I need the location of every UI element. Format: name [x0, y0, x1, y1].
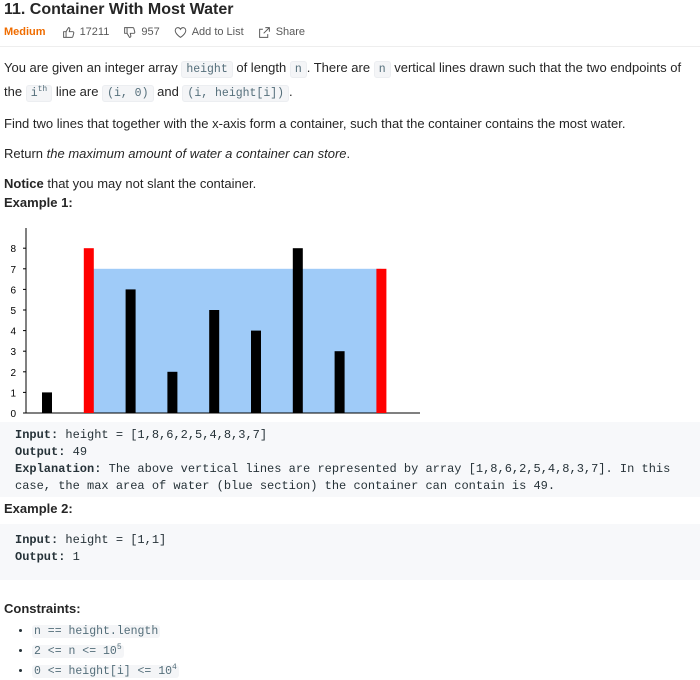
constraint-code: 0 <= height[i] <= 104 [32, 662, 179, 678]
inline-code: height [181, 61, 233, 78]
constraint-superscript: 5 [116, 643, 122, 652]
share-icon [258, 26, 270, 38]
constraint-text: 2 <= n <= 10 [34, 644, 117, 658]
constraint-item: 2 <= n <= 105 [32, 640, 179, 660]
share-button[interactable]: Share [258, 26, 305, 39]
description-paragraph-1: You are given an integer array height of… [4, 58, 694, 104]
problem-title: 11. Container With Most Water [4, 1, 234, 18]
explanation-value: The above vertical lines are represented… [15, 462, 678, 493]
like-button[interactable]: 17211 [62, 26, 110, 39]
share-label: Share [275, 26, 306, 38]
text-segment: . [289, 83, 293, 99]
dislike-count: 957 [141, 26, 160, 38]
emphasis-text: the maximum amount of water a container … [46, 145, 347, 161]
highlight-bar [376, 268, 387, 413]
y-tick-label: 6 [10, 285, 16, 296]
text-segment: . [346, 145, 351, 161]
code-superscript: th [37, 85, 48, 94]
bar [167, 371, 178, 413]
input-label: Input: [15, 533, 59, 547]
inline-code: n [289, 61, 307, 78]
y-tick-label: 7 [10, 265, 16, 276]
text-segment: . There are [306, 60, 374, 75]
text-segment: of length [232, 60, 290, 75]
add-to-list-label: Add to List [191, 26, 244, 38]
text-segment: and [153, 83, 183, 99]
text-segment: Return [4, 145, 47, 161]
bar [292, 248, 303, 413]
heart-icon [174, 26, 186, 38]
problem-meta-row: Medium 17211 957 Add to List Share [4, 22, 319, 42]
y-tick-label: 2 [10, 368, 16, 379]
constraints-list: n == height.length 2 <= n <= 105 0 <= he… [16, 624, 179, 680]
constraints-heading: Constraints: [4, 601, 81, 616]
thumbs-up-icon [62, 26, 74, 38]
y-tick-label: 0 [10, 409, 16, 420]
inline-code: (i, height[i]) [182, 84, 290, 102]
difficulty-badge: Medium [4, 26, 46, 38]
bar [251, 330, 261, 413]
input-value: height = [1,1] [58, 533, 167, 547]
y-tick-label: 4 [10, 327, 16, 338]
constraint-code: 2 <= n <= 105 [32, 643, 124, 658]
example-1-input: Input: height = [1,8,6,2,5,4,8,3,7] [15, 427, 692, 444]
example-2-input: Input: height = [1,1] [15, 532, 692, 549]
y-tick-label: 5 [10, 306, 16, 317]
constraint-superscript: 4 [172, 662, 177, 672]
output-value: 49 [65, 445, 88, 459]
thumbs-down-icon [124, 26, 136, 38]
example-2-heading: Example 2: [4, 501, 73, 516]
constraint-text: 0 <= height[i] <= 10 [34, 664, 173, 678]
example-1-output: Output: 49 [15, 444, 692, 461]
container-chart: 0 1 2 3 4 5 6 7 8 [0, 220, 430, 425]
example-1-block: Input: height = [1,8,6,2,5,4,8,3,7] Outp… [0, 422, 700, 497]
y-tick-label: 8 [10, 244, 16, 255]
add-to-list-button[interactable]: Add to List [174, 26, 244, 39]
input-label: Input: [15, 428, 59, 442]
bar [334, 351, 345, 413]
bar [42, 392, 52, 413]
example-2-block: Input: height = [1,1] Output: 1 [0, 524, 700, 580]
problem-header: 11. Container With Most Water [4, 0, 234, 20]
like-count: 17211 [79, 26, 110, 38]
code-base: i [30, 86, 38, 100]
description-paragraph-4: Notice that you may not slant the contai… [4, 174, 694, 194]
problem-description: You are given an integer array height of… [4, 58, 694, 204]
constraint-code: n == height.length [32, 625, 161, 638]
text-segment: that you may not slant the container. [43, 175, 257, 191]
text-segment: line are [52, 83, 103, 99]
example-1-heading: Example 1: [4, 195, 73, 210]
example-2-output: Output: 1 [15, 549, 692, 566]
explanation-label: Explanation: [15, 462, 102, 476]
output-value: 1 [65, 550, 80, 564]
y-tick-label: 1 [10, 388, 16, 399]
dislike-button[interactable]: 957 [123, 26, 160, 39]
highlight-bar [83, 248, 94, 413]
description-paragraph-3: Return the maximum amount of water a con… [4, 144, 694, 164]
inline-code-superscript: ith [25, 84, 53, 102]
y-tick-label: 3 [10, 347, 16, 358]
inline-code: (i, 0) [102, 84, 154, 102]
bar [125, 289, 136, 413]
strong-text: Notice [4, 175, 44, 191]
text-segment: You are given an integer array [4, 60, 182, 75]
bar [209, 310, 220, 413]
description-paragraph-2: Find two lines that together with the x-… [4, 115, 626, 131]
example-1-explanation: Explanation: The above vertical lines ar… [15, 461, 692, 495]
output-label: Output: [15, 550, 66, 564]
output-label: Output: [15, 445, 66, 459]
chart-svg: 0 1 2 3 4 5 6 7 8 [10, 228, 420, 420]
input-value: height = [1,8,6,2,5,4,8,3,7] [58, 428, 268, 442]
constraint-item: n == height.length [32, 624, 179, 640]
constraint-item: 0 <= height[i] <= 104 [32, 660, 179, 680]
header-divider [0, 46, 700, 47]
inline-code: n [373, 61, 391, 78]
